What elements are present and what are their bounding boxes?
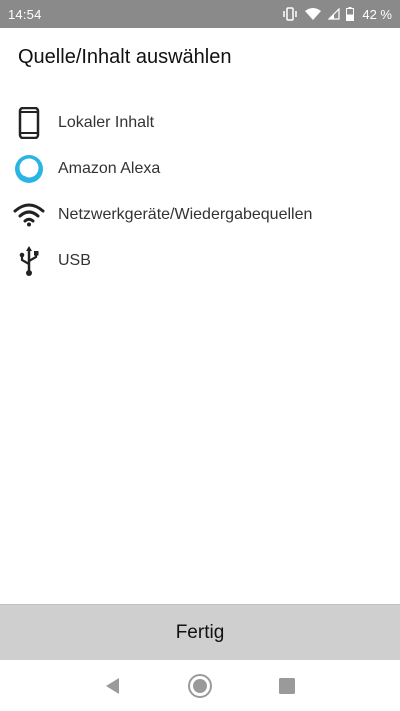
status-icons: 42 % <box>282 7 392 22</box>
source-item-local[interactable]: Lokaler Inhalt <box>0 100 400 146</box>
navigation-bar <box>0 660 400 711</box>
usb-icon <box>12 244 46 278</box>
source-label: Amazon Alexa <box>58 160 161 177</box>
status-bar: 14:54 42 % <box>0 0 400 28</box>
phone-icon <box>12 106 46 140</box>
source-label: USB <box>58 252 91 269</box>
battery-icon <box>346 7 355 21</box>
source-item-alexa[interactable]: Amazon Alexa <box>0 146 400 192</box>
home-icon[interactable] <box>180 666 220 706</box>
status-time: 14:54 <box>8 6 42 22</box>
page-title: Quelle/Inhalt auswählen <box>18 46 232 68</box>
wifi-icon <box>12 198 46 232</box>
wifi-status-icon <box>304 7 322 21</box>
source-label: Netzwerkgeräte/Wiedergabequellen <box>58 206 313 223</box>
source-label: Lokaler Inhalt <box>58 114 155 131</box>
vibrate-icon <box>282 7 298 21</box>
back-icon[interactable] <box>93 666 133 706</box>
recents-icon[interactable] <box>267 666 307 706</box>
signal-icon <box>328 8 340 20</box>
screen: 14:54 42 % Quelle/Inhalt auswählen Lokal… <box>0 0 400 711</box>
alexa-icon <box>12 152 46 186</box>
source-list: Lokaler Inhalt Amazon Alexa Netzwerkgerä… <box>0 100 400 284</box>
done-button[interactable]: Fertig <box>0 604 400 660</box>
source-item-usb[interactable]: USB <box>0 238 400 284</box>
battery-level: 42 % <box>362 6 392 22</box>
source-item-network[interactable]: Netzwerkgeräte/Wiedergabequellen <box>0 192 400 238</box>
